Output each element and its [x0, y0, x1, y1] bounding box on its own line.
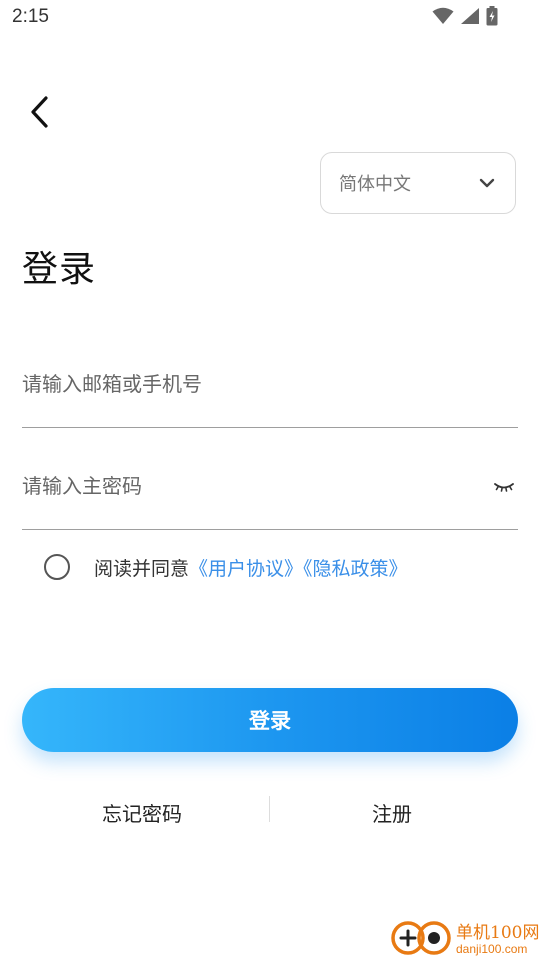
watermark-logo [391, 921, 451, 955]
privacy-policy-link[interactable]: 《隐私政策》 [303, 558, 408, 580]
language-select-value: 简体中文 [339, 174, 411, 195]
account-field [22, 364, 518, 428]
agreement-text: 阅读并同意《用户协议》《隐私政策》 [94, 554, 408, 581]
status-icons [432, 6, 498, 26]
forgot-password-link[interactable]: 忘记密码 [102, 798, 182, 827]
login-button[interactable]: 登录 [22, 688, 518, 752]
password-input[interactable] [22, 466, 462, 506]
language-select[interactable]: 简体中文 [320, 152, 516, 214]
register-link[interactable]: 注册 [372, 798, 412, 827]
battery-icon [486, 6, 498, 26]
password-field [22, 466, 518, 530]
watermark-url: danji100.com [456, 942, 528, 956]
chevron-down-icon [479, 178, 495, 188]
agreement-prefix: 阅读并同意 [94, 558, 190, 580]
signal-icon [461, 8, 479, 24]
watermark-name: 单机100网 [456, 923, 540, 943]
agreement-checkbox[interactable] [44, 554, 70, 580]
user-agreement-link[interactable]: 《用户协议》 [189, 558, 303, 580]
back-button[interactable] [22, 92, 58, 132]
status-time: 2:15 [12, 6, 49, 27]
back-arrow-icon [31, 96, 48, 128]
eye-closed-icon [494, 483, 514, 492]
account-input[interactable] [22, 364, 462, 404]
wifi-icon [432, 7, 454, 24]
page-title: 登录 [22, 249, 97, 290]
password-visibility-toggle[interactable] [492, 476, 516, 496]
link-divider [269, 796, 270, 822]
